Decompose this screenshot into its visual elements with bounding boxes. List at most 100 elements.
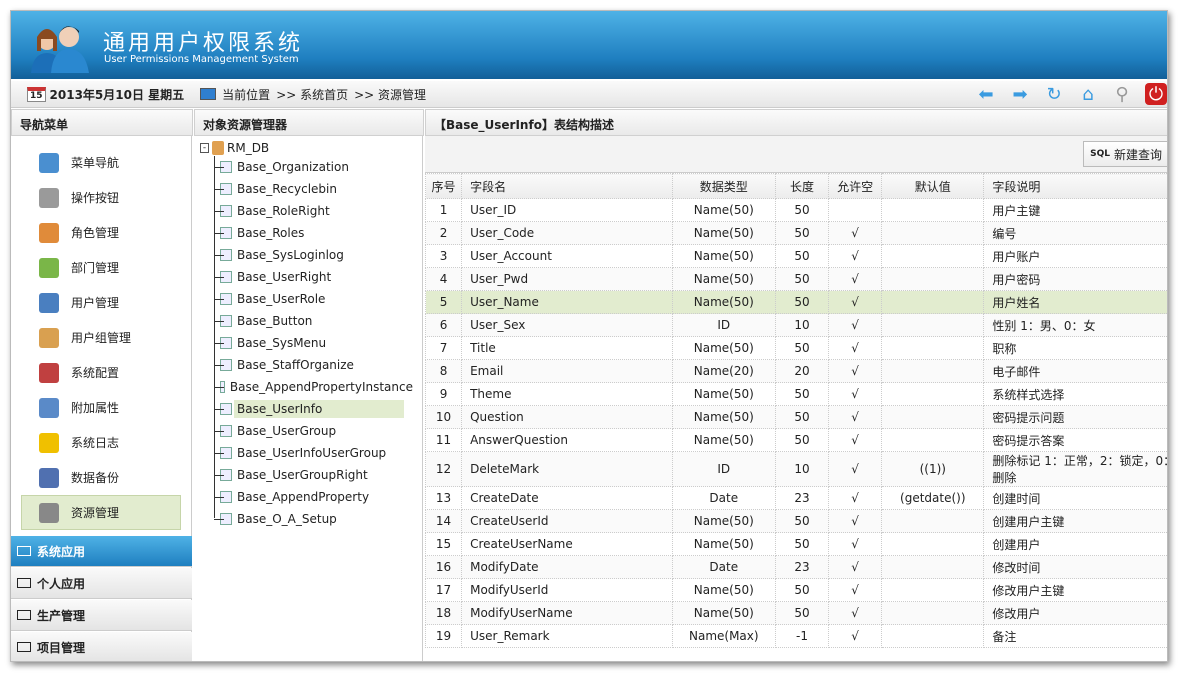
table-row[interactable]: 1 User_ID Name(50) 50 用户主键 bbox=[424, 198, 1167, 222]
table-row[interactable]: 14 CreateUserId Name(50) 50 √ 创建用户主键 bbox=[424, 509, 1167, 533]
forward-arrow-icon[interactable]: ➡ bbox=[1009, 83, 1031, 105]
table-cell bbox=[881, 313, 985, 337]
tree-node[interactable]: Base_Button bbox=[200, 310, 416, 332]
tree-node[interactable]: Base_UserRole bbox=[200, 288, 416, 310]
tree-root[interactable]: - RM_DB bbox=[200, 140, 416, 156]
tree-node[interactable]: Base_StaffOrganize bbox=[200, 354, 416, 376]
sidebar-item[interactable]: 系统日志 bbox=[11, 425, 191, 460]
table-row[interactable]: 8 Email Name(20) 20 √ 电子邮件 bbox=[424, 359, 1167, 383]
new-query-button[interactable]: SQL 新建查询 bbox=[1083, 141, 1167, 167]
table-row[interactable]: 3 User_Account Name(50) 50 √ 用户账户 bbox=[424, 244, 1167, 268]
power-icon[interactable]: ⏻ bbox=[1145, 83, 1167, 105]
database-icon bbox=[212, 141, 224, 155]
table-row[interactable]: 13 CreateDate Date 23 √ (getdate()) 创建时间 bbox=[424, 486, 1167, 510]
table-row[interactable]: 15 CreateUserName Name(50) 50 √ 创建用户 bbox=[424, 532, 1167, 556]
sidebar-item[interactable]: 附加属性 bbox=[11, 390, 191, 425]
tree-node[interactable]: Base_O_A_Setup bbox=[200, 508, 416, 530]
accordion-section[interactable]: 项目管理 bbox=[11, 632, 192, 661]
table-row[interactable]: 4 User_Pwd Name(50) 50 √ 用户密码 bbox=[424, 267, 1167, 291]
menu-item-icon bbox=[39, 502, 59, 523]
table-row[interactable]: 9 Theme Name(50) 50 √ 系统样式选择 bbox=[424, 382, 1167, 406]
table-cell: 3 bbox=[424, 244, 463, 268]
tree-node[interactable]: Base_UserGroupRight bbox=[200, 464, 416, 486]
table-row[interactable]: 16 ModifyDate Date 23 √ 修改时间 bbox=[424, 555, 1167, 579]
table-cell: Name(50) bbox=[671, 290, 776, 314]
sidebar-item[interactable]: 部门管理 bbox=[11, 250, 191, 285]
back-arrow-icon[interactable]: ⬅ bbox=[975, 83, 997, 105]
table-cell: -1 bbox=[774, 624, 830, 648]
tree-node[interactable]: Base_UserGroup bbox=[200, 420, 416, 442]
refresh-icon[interactable]: ↻ bbox=[1043, 83, 1065, 105]
column-header[interactable]: 字段名 bbox=[461, 173, 673, 199]
users-logo-icon bbox=[31, 26, 89, 73]
table-cell: Name(Max) bbox=[671, 624, 776, 648]
sidebar-item-label: 角色管理 bbox=[71, 226, 120, 240]
table-row[interactable]: 6 User_Sex ID 10 √ 性别 1：男、0：女 bbox=[424, 313, 1167, 337]
tree-node[interactable]: Base_UserInfoUserGroup bbox=[200, 442, 416, 464]
table-cell: DeleteMark bbox=[461, 451, 673, 487]
column-header[interactable]: 默认值 bbox=[881, 173, 985, 199]
sidebar-item[interactable]: 系统配置 bbox=[11, 355, 191, 390]
tree-node[interactable]: Base_SysLoginlog bbox=[200, 244, 416, 266]
table-icon bbox=[220, 271, 232, 283]
table-row[interactable]: 12 DeleteMark ID 10 √ ((1)) 删除标记 1：正常，2：锁定，0：删… bbox=[424, 451, 1167, 487]
table-row[interactable]: 18 ModifyUserName Name(50) 50 √ 修改用户 bbox=[424, 601, 1167, 625]
sidebar-item[interactable]: 数据备份 bbox=[11, 460, 191, 495]
table-row[interactable]: 17 ModifyUserId Name(50) 50 √ 修改用户主键 bbox=[424, 578, 1167, 602]
tree-node-label: Base_Button bbox=[237, 314, 313, 328]
table-row[interactable]: 5 User_Name Name(50) 50 √ 用户姓名 bbox=[424, 290, 1167, 314]
table-row[interactable]: 2 User_Code Name(50) 50 √ 编号 bbox=[424, 221, 1167, 245]
tree-node[interactable]: Base_RoleRight bbox=[200, 200, 416, 222]
tree-node[interactable]: Base_UserInfo bbox=[200, 398, 416, 420]
column-header[interactable]: 字段说明 bbox=[983, 173, 1167, 199]
table-cell bbox=[881, 290, 985, 314]
table-cell: 系统样式选择 bbox=[983, 382, 1167, 406]
table-cell: 50 bbox=[774, 244, 830, 268]
table-cell: 5 bbox=[424, 290, 463, 314]
calendar-icon: 15 bbox=[27, 86, 46, 102]
table-cell bbox=[881, 359, 985, 383]
tree-node[interactable]: Base_UserRight bbox=[200, 266, 416, 288]
table-cell: 10 bbox=[774, 451, 830, 487]
sidebar-item[interactable]: 菜单导航 bbox=[11, 145, 191, 180]
sidebar-item[interactable]: 资源管理 bbox=[21, 495, 181, 530]
sidebar-item-label: 用户组管理 bbox=[71, 331, 132, 345]
tree-node[interactable]: Base_AppendProperty bbox=[200, 486, 416, 508]
table-cell: User_Name bbox=[461, 290, 673, 314]
search-icon[interactable]: ⚲ bbox=[1111, 83, 1133, 105]
breadcrumb-current[interactable]: >> 资源管理 bbox=[354, 86, 426, 103]
accordion-section[interactable]: 系统应用 bbox=[11, 536, 192, 567]
table-cell: √ bbox=[828, 405, 883, 429]
column-header[interactable]: 数据类型 bbox=[671, 173, 776, 199]
table-cell: √ bbox=[828, 555, 883, 579]
tree-node[interactable]: Base_AppendPropertyInstance bbox=[200, 376, 416, 398]
tree-node[interactable]: Base_SysMenu bbox=[200, 332, 416, 354]
accordion-section[interactable]: 生产管理 bbox=[11, 600, 192, 631]
table-cell: User_Pwd bbox=[461, 267, 673, 291]
table-icon bbox=[220, 205, 232, 217]
tree-node[interactable]: Base_Recyclebin bbox=[200, 178, 416, 200]
computer-icon bbox=[200, 88, 217, 100]
breadcrumb-home[interactable]: >> 系统首页 bbox=[276, 86, 348, 103]
table-row[interactable]: 19 User_Remark Name(Max) -1 √ 备注 bbox=[424, 624, 1167, 648]
collapse-icon[interactable]: - bbox=[200, 143, 209, 153]
column-header[interactable]: 序号 bbox=[424, 173, 463, 199]
sidebar-item[interactable]: 用户管理 bbox=[11, 285, 191, 320]
table-icon bbox=[220, 315, 232, 327]
column-header[interactable]: 长度 bbox=[774, 173, 830, 199]
table-row[interactable]: 10 Question Name(50) 50 √ 密码提示问题 bbox=[424, 405, 1167, 429]
sidebar-item[interactable]: 用户组管理 bbox=[11, 320, 191, 355]
sidebar-item[interactable]: 角色管理 bbox=[11, 215, 191, 250]
table-row[interactable]: 11 AnswerQuestion Name(50) 50 √ 密码提示答案 bbox=[424, 428, 1167, 452]
schema-table: 序号 字段名 数据类型 长度 允许空 默认值 字段说明 1 User_ID Name(50) 50… bbox=[424, 173, 1167, 648]
table-icon bbox=[220, 491, 232, 503]
accordion-section[interactable]: 个人应用 bbox=[11, 568, 192, 599]
table-row[interactable]: 7 Title Name(50) 50 √ 职称 bbox=[424, 336, 1167, 360]
table-icon bbox=[220, 447, 232, 459]
table-cell: 10 bbox=[424, 405, 463, 429]
tree-node[interactable]: Base_Organization bbox=[200, 156, 416, 178]
home-icon[interactable]: ⌂ bbox=[1077, 83, 1099, 105]
tree-node[interactable]: Base_Roles bbox=[200, 222, 416, 244]
sidebar-item[interactable]: 操作按钮 bbox=[11, 180, 191, 215]
column-header[interactable]: 允许空 bbox=[828, 173, 883, 199]
